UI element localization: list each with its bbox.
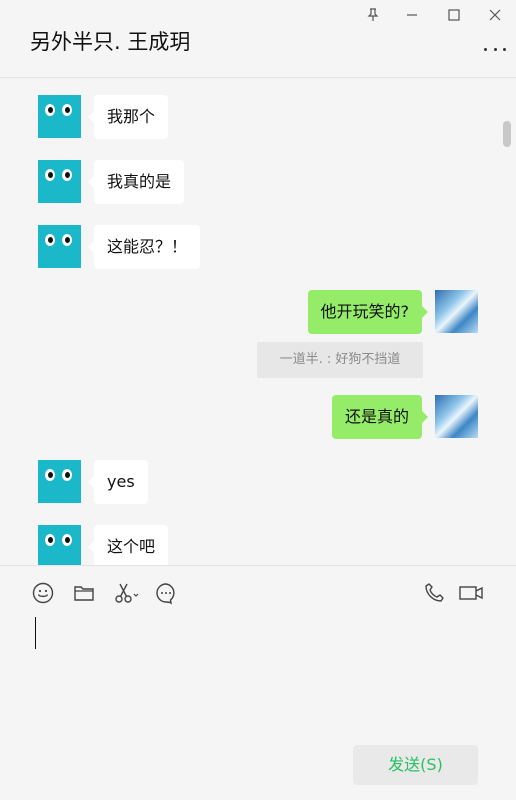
incoming-message[interactable]: 我真的是 [87,160,185,204]
contact-avatar[interactable] [38,460,81,503]
my-avatar[interactable] [435,290,478,333]
more-options-icon[interactable] [484,44,506,54]
incoming-message[interactable]: yes [88,460,148,504]
maximize-icon[interactable] [441,4,467,26]
scissors-icon[interactable] [111,580,141,606]
folder-icon[interactable] [71,580,97,606]
incoming-message[interactable]: 这个吧 [87,525,169,565]
scrollbar-thumb[interactable] [503,121,511,147]
pin-icon[interactable] [360,4,386,26]
outgoing-message[interactable]: 他开玩笑的? [307,290,428,334]
message-list[interactable]: 我那个 我真的是 这能忍？！ 他开玩笑的? 一道半. : 好狗不挡道 还是真的 … [0,78,516,565]
contact-avatar[interactable] [38,160,81,203]
close-icon[interactable] [482,4,508,26]
video-icon[interactable] [457,580,485,606]
chat-title: 另外半只. 王成玥 [30,30,191,54]
text-cursor [35,617,36,649]
incoming-message[interactable]: 这能忍？！ [87,225,201,269]
contact-avatar[interactable] [38,525,81,565]
outgoing-message[interactable]: 还是真的 [331,395,429,439]
contact-avatar[interactable] [38,225,81,268]
send-button[interactable]: 发送(S) [353,745,478,785]
quoted-reply[interactable]: 一道半. : 好狗不挡道 [257,342,423,378]
message-input[interactable] [30,612,486,732]
incoming-message[interactable]: 我那个 [87,95,169,139]
phone-icon[interactable] [422,580,448,606]
composer-divider [0,565,516,566]
chat-window: 另外半只. 王成玥 我那个 我真的是 这能忍？！ 他开玩笑的? 一道半.: 好… [0,0,516,800]
title-bar: 另外半只. 王成玥 [0,0,516,78]
emoji-icon[interactable] [30,580,56,606]
chat-history-icon[interactable] [153,580,179,606]
contact-avatar[interactable] [38,95,81,138]
my-avatar[interactable] [435,395,478,438]
minimize-icon[interactable] [399,4,425,26]
